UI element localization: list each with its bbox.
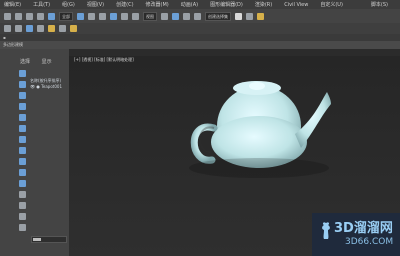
pivot-icon[interactable] bbox=[161, 12, 168, 20]
menu-tools[interactable]: 工具(T) bbox=[33, 1, 50, 8]
secondary-toolbar bbox=[0, 23, 400, 34]
render-icon[interactable] bbox=[257, 12, 264, 20]
ribbon-panel-label[interactable]: 多边形建模 bbox=[3, 41, 23, 49]
ribbon-tab-modeling[interactable]: ▪ bbox=[3, 34, 6, 41]
filter-hidden-icon[interactable] bbox=[19, 191, 26, 198]
menu-group[interactable]: 组(G) bbox=[62, 1, 75, 8]
main-toolbar: 全部 视图 创建选择集 bbox=[0, 9, 400, 23]
slider-thumb[interactable] bbox=[33, 238, 41, 241]
percent-snap-icon[interactable] bbox=[194, 12, 201, 20]
filter-helpers-icon[interactable] bbox=[19, 114, 26, 121]
render-frame-icon[interactable] bbox=[59, 25, 66, 32]
rotate-icon[interactable] bbox=[121, 12, 128, 20]
menu-modifiers[interactable]: 修改器(M) bbox=[146, 1, 169, 8]
menu-customize[interactable]: 自定义(U) bbox=[320, 1, 343, 8]
snap-icon[interactable] bbox=[172, 12, 179, 20]
menu-create[interactable]: 创建(C) bbox=[116, 1, 133, 8]
align-icon[interactable] bbox=[246, 12, 253, 20]
viewport-label[interactable]: [+] [透视] [标准] [默认明暗处理] bbox=[74, 57, 134, 63]
undo-icon[interactable] bbox=[4, 12, 11, 20]
layer-icon[interactable] bbox=[4, 25, 11, 32]
filter-frozen-icon[interactable] bbox=[19, 180, 26, 187]
schematic-icon[interactable] bbox=[26, 25, 33, 32]
scene-item-label: Teapot001 bbox=[41, 84, 62, 89]
filter-containers-icon[interactable] bbox=[19, 169, 26, 176]
menu-graph-editors[interactable]: 图形编辑器(D) bbox=[210, 1, 243, 8]
ribbon-panel: 多边形建模 bbox=[0, 41, 400, 49]
curve-editor-icon[interactable] bbox=[15, 25, 22, 32]
invert-display-icon[interactable] bbox=[19, 224, 26, 231]
move-icon[interactable] bbox=[110, 12, 117, 20]
watermark: 3D溜溜网 3D66.COM bbox=[312, 213, 400, 256]
menu-views[interactable]: 视图(V) bbox=[87, 1, 104, 8]
filter-groups-icon[interactable] bbox=[19, 136, 26, 143]
filter-shapes-icon[interactable] bbox=[19, 81, 26, 88]
scene-list-item[interactable]: 👁 ● Teapot001 bbox=[30, 84, 62, 90]
mirror-icon[interactable] bbox=[235, 12, 242, 20]
quick-render-icon[interactable] bbox=[70, 25, 77, 32]
menu-script[interactable]: 脚本(S) bbox=[371, 1, 388, 8]
redo-icon[interactable] bbox=[15, 12, 22, 20]
filter-spacewarps-icon[interactable] bbox=[19, 125, 26, 132]
tab-display[interactable]: 显示 bbox=[42, 59, 52, 65]
watermark-title: 3D溜溜网 bbox=[334, 221, 393, 236]
menu-edit[interactable]: 编辑(E) bbox=[4, 1, 21, 8]
bind-icon[interactable] bbox=[48, 12, 55, 20]
named-selection-dropdown[interactable]: 创建选择集 bbox=[205, 11, 231, 21]
render-setup-icon[interactable] bbox=[48, 25, 55, 32]
material-editor-icon[interactable] bbox=[37, 25, 44, 32]
panel-scroll-slider[interactable] bbox=[31, 236, 67, 243]
menu-animation[interactable]: 动画(A) bbox=[181, 1, 198, 8]
menu-bar: 编辑(E) 工具(T) 组(G) 视图(V) 创建(C) 修改器(M) 动画(A… bbox=[0, 0, 400, 9]
scene-explorer-tabs: 选择 显示 bbox=[20, 58, 62, 65]
reference-coordinate-dropdown[interactable]: 视图 bbox=[143, 11, 157, 21]
display-none-icon[interactable] bbox=[19, 213, 26, 220]
selection-filter-dropdown[interactable]: 全部 bbox=[59, 11, 73, 21]
link-icon[interactable] bbox=[26, 12, 33, 20]
filter-xrefs-icon[interactable] bbox=[19, 147, 26, 154]
watermark-domain: 3D66.COM bbox=[345, 237, 394, 247]
select-by-name-icon[interactable] bbox=[88, 12, 95, 20]
menu-civil-view[interactable]: Civil View bbox=[284, 2, 308, 8]
deer-logo-icon bbox=[322, 222, 330, 239]
filter-bones-icon[interactable] bbox=[19, 158, 26, 165]
menu-rendering[interactable]: 渲染(R) bbox=[255, 1, 272, 8]
filter-cameras-icon[interactable] bbox=[19, 103, 26, 110]
filter-geometry-icon[interactable] bbox=[19, 70, 26, 77]
ribbon: ▪ bbox=[0, 34, 400, 41]
display-all-icon[interactable] bbox=[19, 202, 26, 209]
scale-icon[interactable] bbox=[132, 12, 139, 20]
select-region-icon[interactable] bbox=[99, 12, 106, 20]
tab-select[interactable]: 选择 bbox=[20, 59, 30, 65]
unlink-icon[interactable] bbox=[37, 12, 44, 20]
filter-lights-icon[interactable] bbox=[19, 92, 26, 99]
scene-explorer-toolbar bbox=[18, 68, 28, 231]
angle-snap-icon[interactable] bbox=[183, 12, 190, 20]
scene-list: 名称(按升序排序) 👁 ● Teapot001 bbox=[30, 78, 62, 90]
select-object-icon[interactable] bbox=[77, 12, 84, 20]
